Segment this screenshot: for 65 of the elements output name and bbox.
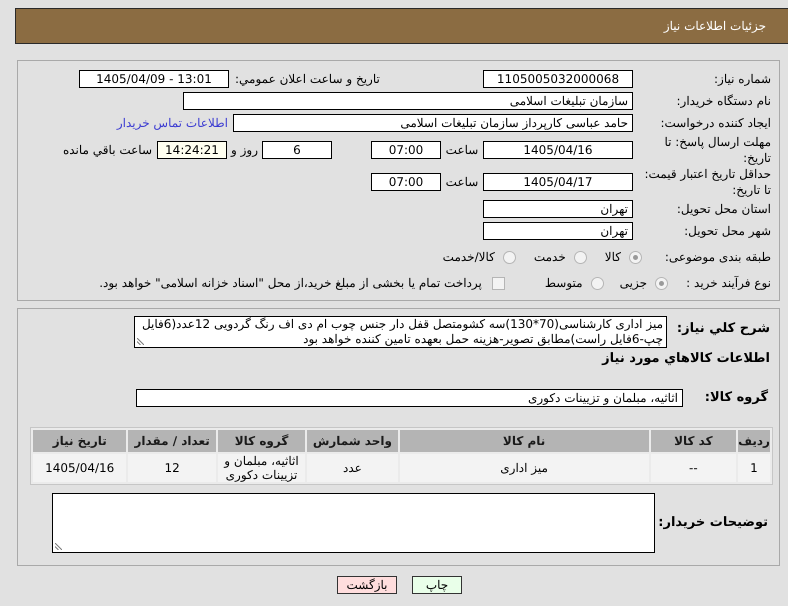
print-button[interactable]: چاپ <box>412 576 462 594</box>
resize-grip-icon <box>55 543 62 550</box>
announcement-field[interactable]: 1405/04/09 - 13:01 <box>79 70 229 88</box>
table-cell: 12 <box>128 454 216 482</box>
table-cell: -- <box>650 454 736 482</box>
validity-date-field[interactable]: 1405/04/17 <box>483 173 633 191</box>
option-label: جزیی <box>620 275 647 291</box>
requester-label: ایجاد کننده درخواست: <box>659 115 772 131</box>
description-field[interactable]: میز اداری کارشناسی(70*130)سه کشومتصل قفل دار جنس چوب ام دی اف رنگ گردویی 12عدد(6فایل چپ-6فایل راست)مطابق تصویر-هزینه حمل بعهده تامین کننده خواهد بود <box>134 316 667 348</box>
checkbox[interactable] <box>492 276 505 290</box>
radio-button[interactable] <box>574 250 587 264</box>
remaining-label: ساعت باقي مانده <box>62 142 152 158</box>
time-label: ساعت <box>444 142 480 158</box>
province-field[interactable]: تهران <box>483 200 633 218</box>
section-title: اطلاعات کالاهاي مورد نیاز <box>600 351 771 367</box>
table-cell: میز اداری <box>400 454 649 482</box>
need-number-field[interactable]: 1105005032000068 <box>483 70 633 88</box>
group-field[interactable]: اثاثیه، مبلمان و تزیینات دکوری <box>136 389 683 407</box>
contact-link[interactable]: اطلاعات تماس خریدار <box>116 114 228 132</box>
column-header: ردیف <box>738 430 770 452</box>
column-header: نام کالا <box>400 430 649 452</box>
category-label: طبقه بندی موضوعی: <box>664 249 772 265</box>
city-label: شهر محل تحویل: <box>683 223 772 239</box>
table-cell: اثاثیه، مبلمان و تزیینات دکوری <box>218 454 306 482</box>
time-label: ساعت <box>444 174 480 190</box>
column-header: تعداد / مقدار <box>128 430 216 452</box>
column-header: تاریخ نیاز <box>33 430 126 452</box>
resize-grip-icon <box>137 338 144 345</box>
column-header: گروه کالا <box>218 430 306 452</box>
table-cell: 1405/04/16 <box>33 454 126 482</box>
option-label: متوسط <box>544 275 583 291</box>
column-header: واحد شمارش <box>307 430 398 452</box>
notes-field[interactable] <box>52 493 655 553</box>
buyer-org-field[interactable]: سازمان تبلیغات اسلامی <box>183 92 633 110</box>
validity-time-field[interactable]: 07:00 <box>371 173 441 191</box>
price-validity-label: حداقل تاریخ اعتبار قیمت: تا تاریخ: <box>643 166 772 198</box>
option-label: کالا/خدمت <box>442 249 495 265</box>
deadline-label: مهلت ارسال پاسخ: تا تاریخ: <box>663 134 772 166</box>
remaining-time-field[interactable]: 14:24:21 <box>157 141 227 159</box>
radio-button[interactable] <box>590 276 604 290</box>
notes-label: توضیحات خریدار: <box>657 515 769 531</box>
option-label: خدمت <box>534 249 566 265</box>
deadline-time-field[interactable]: 07:00 <box>371 141 441 159</box>
back-button[interactable]: بازگشت <box>337 576 397 594</box>
checkbox-label: پرداخت تمام یا بخشی از مبلغ خرید،از محل "اسناد خزانه اسلامی" خواهد بود. <box>99 275 482 291</box>
table-cell: 1 <box>738 454 770 482</box>
requester-field[interactable]: حامد عباسی کارپرداز سازمان تبلیغات اسلامی <box>233 114 633 132</box>
group-label: گروه کالا: <box>704 390 769 406</box>
need-number-label: شماره نیاز: <box>713 71 772 87</box>
days-field[interactable]: 6 <box>262 141 332 159</box>
deadline-date-field[interactable]: 1405/04/16 <box>483 141 633 159</box>
purchase-process-label: نوع فرآیند خرید : <box>685 275 772 291</box>
buyer-org-label: نام دستگاه خریدار: <box>676 93 772 109</box>
province-label: استان محل تحویل: <box>676 201 772 217</box>
page-title: جزئیات اطلاعات نیاز <box>664 18 766 35</box>
radio-button[interactable] <box>629 250 642 264</box>
option-label: کالا <box>604 249 621 265</box>
column-header: کد کالا <box>650 430 736 452</box>
radio-button[interactable] <box>502 250 516 264</box>
description-label: شرح کلي نیاز: <box>676 320 771 337</box>
radio-button[interactable] <box>655 276 668 290</box>
days-label: روز و <box>230 142 259 158</box>
announcement-label: تاریخ و ساعت اعلان عمومي: <box>235 71 381 87</box>
table-cell: عدد <box>307 454 398 482</box>
city-field[interactable]: تهران <box>483 222 633 240</box>
